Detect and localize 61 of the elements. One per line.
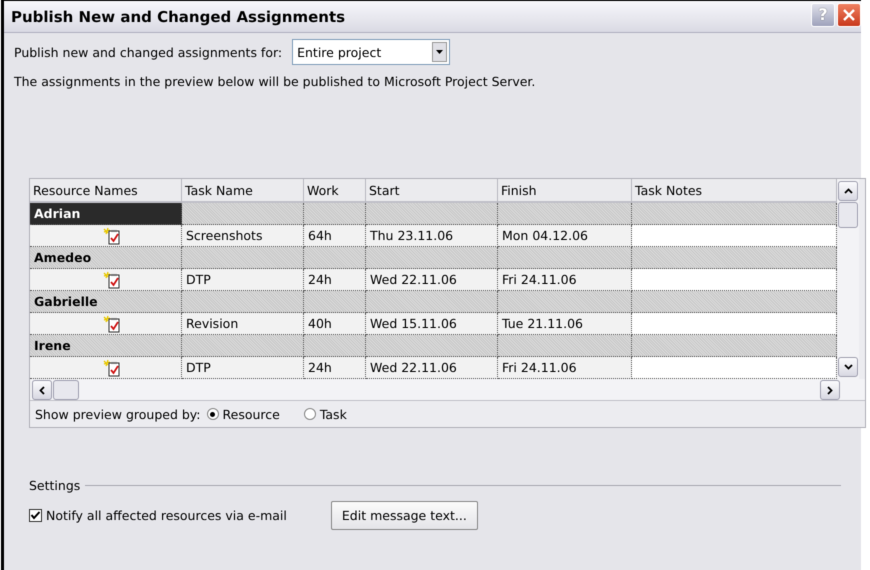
table-cell: Screenshots: [182, 225, 304, 247]
check-icon: [30, 510, 41, 521]
column-header[interactable]: Work: [304, 179, 366, 203]
table-cell: DTP: [182, 269, 304, 291]
table-cell: Wed 22.11.06: [366, 357, 498, 379]
scope-dropdown[interactable]: Entire project: [292, 39, 450, 65]
table-cell: Wed 22.11.06: [366, 269, 498, 291]
edit-message-button[interactable]: Edit message text...: [330, 501, 478, 530]
table-cell: [304, 291, 366, 313]
close-button[interactable]: [837, 2, 861, 26]
table-cell: 40h: [304, 313, 366, 335]
resource-group-cell[interactable]: Adrian: [30, 203, 182, 225]
table-cell: Fri 24.11.06: [498, 269, 632, 291]
radio-option[interactable]: Resource: [206, 406, 280, 422]
scroll-right-button[interactable]: [820, 380, 840, 400]
table-cell: Mon 04.12.06: [498, 225, 632, 247]
table-cell: 24h: [304, 357, 366, 379]
resource-group-cell[interactable]: Amedeo: [30, 247, 182, 269]
table-cell: DTP: [182, 357, 304, 379]
settings-heading: Settings: [29, 478, 80, 493]
dropdown-value: Entire project: [297, 44, 382, 60]
publish-label: Publish new and changed assignments for:: [14, 44, 282, 60]
column-header[interactable]: Start: [366, 179, 498, 203]
table-cell: [304, 203, 366, 225]
scroll-up-button[interactable]: [838, 181, 858, 201]
radio-button[interactable]: [206, 408, 218, 420]
horizontal-scrollbar[interactable]: [30, 379, 865, 401]
radio-option[interactable]: Task: [304, 406, 347, 422]
assignment-icon: [103, 314, 121, 332]
column-header[interactable]: Finish: [498, 179, 632, 203]
table-cell: [304, 335, 366, 357]
scroll-down-button[interactable]: [838, 357, 858, 377]
radio-button[interactable]: [304, 408, 316, 420]
assignment-icon: [103, 226, 121, 244]
assignment-icon: [103, 270, 121, 288]
table-cell: Tue 21.11.06: [498, 313, 632, 335]
column-header[interactable]: Resource Names: [30, 179, 182, 203]
table-cell: Fri 24.11.06: [498, 357, 632, 379]
scroll-thumb[interactable]: [53, 380, 79, 400]
close-icon: [842, 8, 856, 22]
table-cell: Wed 15.11.06: [366, 313, 498, 335]
notify-checkbox-option[interactable]: Notify all affected resources via e-mail: [29, 508, 287, 523]
info-text: The assignments in the preview below will be published to Microsoft Project Server.: [14, 74, 536, 89]
scroll-thumb[interactable]: [838, 202, 858, 228]
resource-group-cell[interactable]: Gabrielle: [30, 291, 182, 313]
window-title: Publish New and Changed Assignments: [11, 8, 346, 26]
column-header[interactable]: Task Name: [182, 179, 304, 203]
dropdown-button[interactable]: [432, 42, 448, 62]
checkbox[interactable]: [29, 509, 42, 522]
table-cell: Revision: [182, 313, 304, 335]
table-cell: [304, 247, 366, 269]
resource-group-cell[interactable]: Irene: [30, 335, 182, 357]
table-cell: Thu 23.11.06: [366, 225, 498, 247]
group-by-label: Show preview grouped by:: [35, 406, 200, 422]
vertical-scrollbar[interactable]: [837, 179, 859, 379]
scroll-left-button[interactable]: [32, 380, 52, 400]
table-cell: 24h: [304, 269, 366, 291]
column-header[interactable]: Task Notes: [632, 179, 837, 203]
table-cell: 64h: [304, 225, 366, 247]
assignment-icon: [103, 358, 121, 376]
caret-icon: [436, 50, 444, 54]
